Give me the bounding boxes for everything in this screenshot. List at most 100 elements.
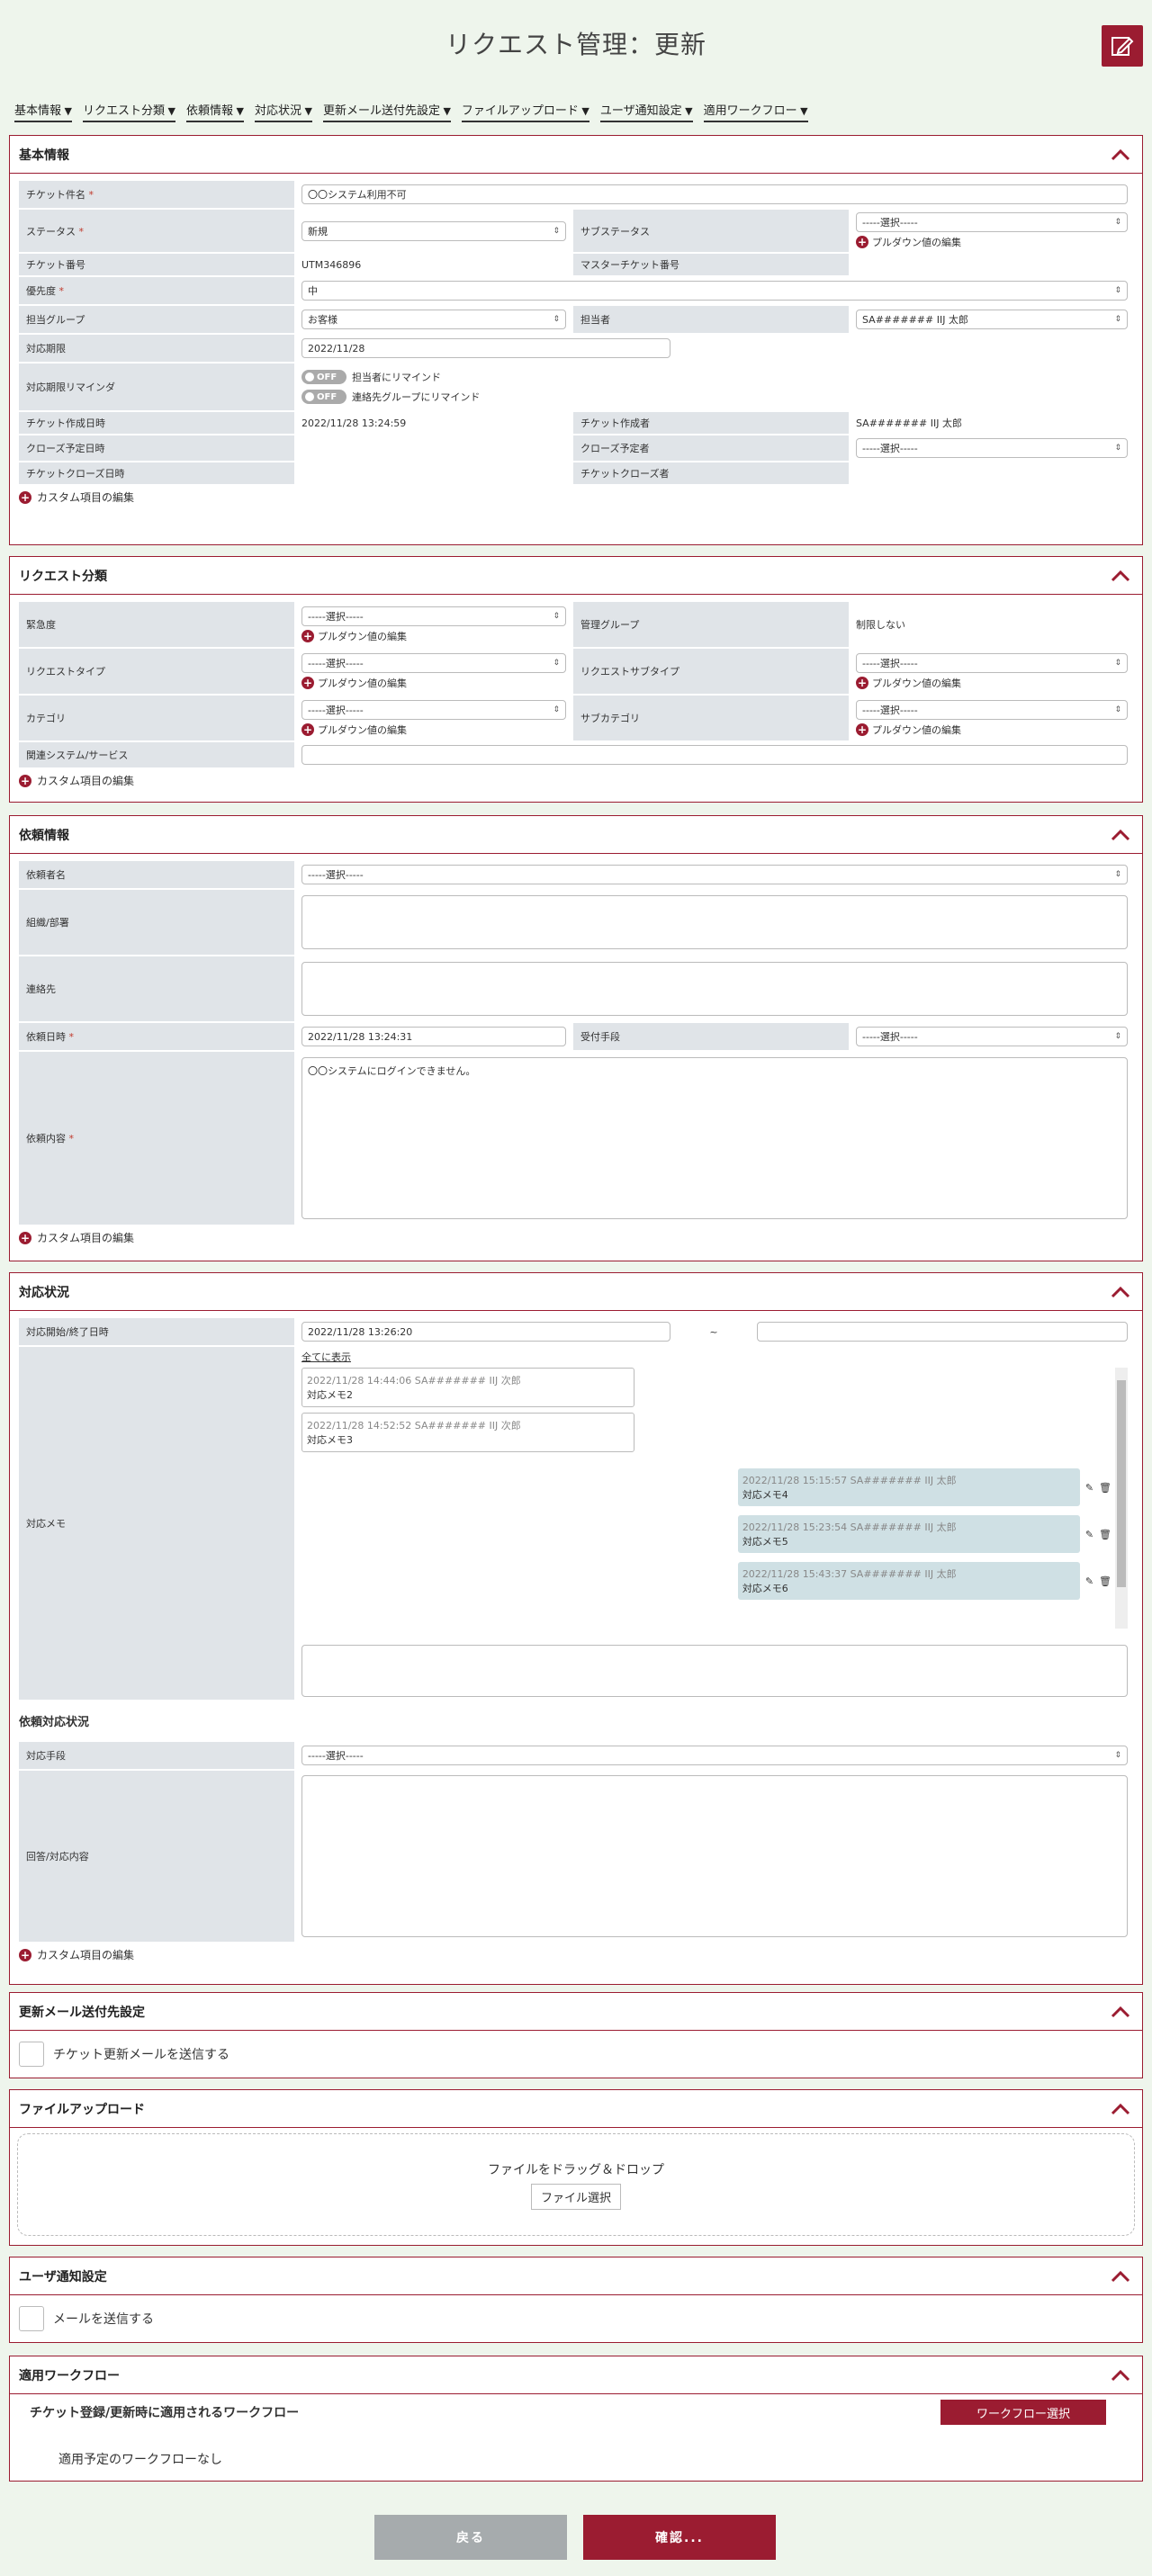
pencil-icon[interactable]: ✎ <box>1085 1482 1094 1494</box>
field-label: 担当グループ <box>19 306 294 333</box>
edit-icon-button[interactable] <box>1102 25 1143 67</box>
substatus-select[interactable]: -----選択----- <box>856 212 1128 232</box>
field-label: クローズ予定者 <box>573 435 849 461</box>
anchor-upload[interactable]: ファイルアップロード <box>461 101 590 122</box>
memo-scrollbar[interactable] <box>1115 1368 1128 1629</box>
anchor-progress[interactable]: 対応状況 <box>254 101 312 122</box>
field-label: 依頼者名 <box>19 861 294 888</box>
chevron-up-icon[interactable] <box>1108 142 1133 167</box>
handling-method-select[interactable]: -----選択----- <box>302 1746 1128 1765</box>
request-date-input[interactable]: 2022/11/28 13:24:31 <box>302 1027 566 1046</box>
update-mail-checkbox[interactable] <box>19 2042 44 2067</box>
plus-icon: + <box>856 723 868 736</box>
checkbox-label: メールを送信する <box>53 2312 154 2327</box>
field-label: 回答/対応内容 <box>19 1771 294 1942</box>
assignee-select[interactable]: SA####### IIJ 太郎 <box>856 310 1128 329</box>
field-label: リクエストタイプ <box>19 649 294 694</box>
trash-icon[interactable]: 🗑 <box>1099 1575 1112 1587</box>
range-separator: ~ <box>709 1325 718 1338</box>
custom-field-edit-link[interactable]: + カスタム項目の編集 <box>19 1230 1135 1245</box>
field-label: 連絡先 <box>19 956 294 1021</box>
closer <box>850 462 1133 484</box>
chevron-up-icon[interactable] <box>1108 2096 1133 2122</box>
request-content-textarea[interactable]: 〇〇システムにログインできません。 <box>302 1057 1128 1219</box>
plus-icon: + <box>856 676 868 689</box>
workflow-header[interactable]: 適用ワークフロー <box>10 2356 1142 2394</box>
chevron-up-icon[interactable] <box>1108 822 1133 848</box>
answer-textarea[interactable] <box>302 1775 1128 1937</box>
contact-textarea[interactable] <box>302 962 1128 1016</box>
reminder-assignee-toggle[interactable]: OFF <box>302 370 346 384</box>
plus-icon: + <box>19 1948 32 1961</box>
organization-textarea[interactable] <box>302 895 1128 949</box>
back-button[interactable]: 戻る <box>374 2515 567 2560</box>
memo-input-textarea[interactable] <box>302 1645 1128 1697</box>
trash-icon[interactable]: 🗑 <box>1099 1529 1112 1540</box>
close-person-select[interactable]: -----選択----- <box>856 438 1128 458</box>
priority-select[interactable]: 中 <box>302 281 1128 301</box>
start-datetime-input[interactable]: 2022/11/28 13:26:20 <box>302 1322 670 1342</box>
custom-field-edit-link[interactable]: + カスタム項目の編集 <box>19 1947 1135 1962</box>
anchor-mail[interactable]: 更新メール送付先設定 <box>322 101 451 122</box>
anchor-request[interactable]: 依頼情報 <box>185 101 244 122</box>
memo-item: 2022/11/28 14:52:52 SA####### IIJ 次郎 対応メモ… <box>302 1413 634 1452</box>
urgency-select[interactable]: -----選択----- <box>302 606 566 626</box>
show-all-link[interactable]: 全てに表示 <box>302 1350 1128 1364</box>
closed-at <box>296 462 572 484</box>
pulldown-edit-link[interactable]: + プルダウン値の編集 <box>302 629 407 643</box>
group-select[interactable]: お客様 <box>302 310 566 329</box>
category-header[interactable]: リクエスト分類 <box>10 557 1142 595</box>
basic-info-header[interactable]: 基本情報 <box>10 136 1142 174</box>
chevron-up-icon[interactable] <box>1108 1279 1133 1305</box>
pulldown-edit-link[interactable]: + プルダウン値の編集 <box>856 235 961 249</box>
chevron-up-icon[interactable] <box>1108 2363 1133 2388</box>
trash-icon[interactable]: 🗑 <box>1099 1482 1112 1494</box>
pulldown-edit-link[interactable]: + プルダウン値の編集 <box>856 676 961 690</box>
custom-field-edit-link[interactable]: + カスタム項目の編集 <box>19 489 1135 505</box>
file-upload-header[interactable]: ファイルアップロード <box>10 2090 1142 2128</box>
created-at: 2022/11/28 13:24:59 <box>296 412 572 434</box>
pencil-icon[interactable]: ✎ <box>1085 1529 1094 1540</box>
file-drop-zone[interactable]: ファイルをドラッグ＆ドロップ ファイル選択 <box>17 2133 1135 2236</box>
file-select-button[interactable]: ファイル選択 <box>530 2183 621 2210</box>
custom-field-edit-link[interactable]: + カスタム項目の編集 <box>19 773 1135 788</box>
chevron-up-icon[interactable] <box>1108 2264 1133 2289</box>
section-anchor-nav: 基本情報 リクエスト分類 依頼情報 対応状況 更新メール送付先設定 ファイルアッ… <box>0 95 1152 122</box>
chevron-up-icon[interactable] <box>1108 563 1133 588</box>
field-label: 組織/部署 <box>19 890 294 955</box>
confirm-button[interactable]: 確認... <box>583 2515 776 2560</box>
field-label: チケット件名 * <box>19 181 294 208</box>
status-select[interactable]: 新規 <box>302 220 566 241</box>
chevron-up-icon[interactable] <box>1108 1999 1133 2024</box>
deadline-input[interactable]: 2022/11/28 <box>302 338 670 358</box>
request-subtype-select[interactable]: -----選択----- <box>856 652 1128 673</box>
close-plan <box>296 435 572 461</box>
reception-method-select[interactable]: -----選択----- <box>856 1027 1128 1046</box>
requester-select[interactable]: -----選択----- <box>302 865 1128 884</box>
request-type-select[interactable]: -----選択----- <box>302 652 566 673</box>
category-select[interactable]: -----選択----- <box>302 699 566 720</box>
memo-list[interactable]: 2022/11/28 14:44:06 SA####### IIJ 次郎 対応メモ… <box>302 1368 1128 1638</box>
anchor-notify[interactable]: ユーザ通知設定 <box>599 101 693 122</box>
anchor-basic[interactable]: 基本情報 <box>14 101 72 122</box>
pulldown-edit-link[interactable]: + プルダウン値の編集 <box>856 723 961 737</box>
anchor-category[interactable]: リクエスト分類 <box>82 101 176 122</box>
subcategory-select[interactable]: -----選択----- <box>856 699 1128 720</box>
field-label: 依頼内容 * <box>19 1052 294 1225</box>
end-datetime-input[interactable] <box>757 1322 1128 1342</box>
pulldown-edit-link[interactable]: + プルダウン値の編集 <box>302 723 407 737</box>
field-label: 管理グループ <box>573 602 849 647</box>
anchor-workflow[interactable]: 適用ワークフロー <box>703 101 808 122</box>
ticket-name-input[interactable]: 〇〇システム利用不可 <box>302 184 1128 204</box>
progress-header[interactable]: 対応状況 <box>10 1273 1142 1311</box>
workflow-select-button[interactable]: ワークフロー選択 <box>940 2400 1106 2425</box>
related-system-input[interactable] <box>302 745 1128 765</box>
reminder-group-toggle[interactable]: OFF <box>302 390 346 404</box>
mail-settings-header[interactable]: 更新メール送付先設定 <box>10 1993 1142 2031</box>
request-info-header[interactable]: 依頼情報 <box>10 816 1142 854</box>
pencil-icon[interactable]: ✎ <box>1085 1575 1094 1587</box>
send-mail-checkbox[interactable] <box>19 2306 44 2331</box>
pulldown-edit-link[interactable]: + プルダウン値の編集 <box>302 676 407 690</box>
user-notify-header[interactable]: ユーザ通知設定 <box>10 2257 1142 2295</box>
ticket-number: UTM346896 <box>296 254 572 275</box>
